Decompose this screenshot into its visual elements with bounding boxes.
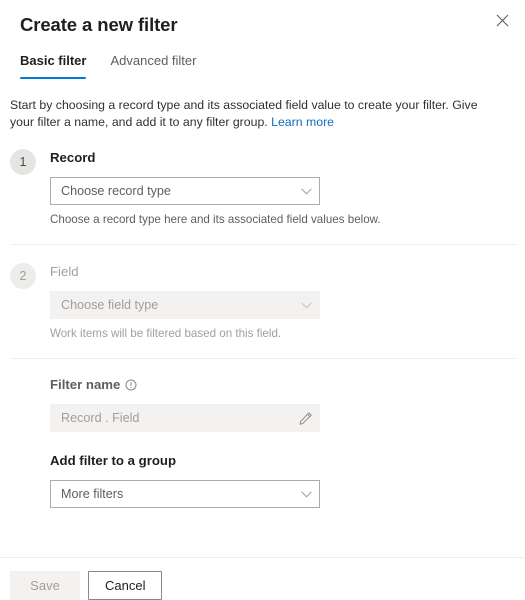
filter-group-label: Add filter to a group (50, 452, 505, 470)
filter-name-value: Record . Field (61, 411, 140, 425)
save-button[interactable]: Save (10, 571, 80, 600)
record-label: Record (50, 149, 505, 167)
step-record: 1 Record Choose record type Choose a rec… (0, 131, 525, 228)
panel-body: 1 Record Choose record type Choose a rec… (0, 131, 525, 557)
step-field: 2 Field Choose field type Work items wil… (0, 245, 525, 342)
info-icon[interactable] (125, 379, 137, 391)
filter-type-tabs: Basic filter Advanced filter (0, 53, 525, 79)
close-button[interactable] (487, 7, 517, 37)
filter-group-section: Add filter to a group More filters (0, 432, 525, 508)
step-field-content: Field Choose field type Work items will … (50, 263, 505, 342)
tab-basic-filter-label: Basic filter (20, 53, 87, 68)
record-type-dropdown-value: Choose record type (61, 184, 171, 198)
intro-text: Start by choosing a record type and its … (10, 98, 478, 129)
panel-header: Create a new filter (0, 0, 525, 37)
page-title: Create a new filter (20, 14, 178, 35)
chevron-down-icon (293, 187, 319, 195)
step-badge-2: 2 (10, 263, 36, 289)
filter-group-dropdown-value: More filters (61, 487, 124, 501)
record-hint: Choose a record type here and its associ… (50, 213, 381, 226)
field-label: Field (50, 263, 505, 281)
field-type-dropdown[interactable]: Choose field type (50, 291, 320, 319)
chevron-down-icon (293, 301, 319, 309)
save-button-label: Save (30, 578, 60, 593)
record-type-dropdown[interactable]: Choose record type (50, 177, 320, 205)
field-type-dropdown-value: Choose field type (61, 298, 159, 312)
panel-footer: Save Cancel (0, 558, 525, 600)
step-badge-1: 1 (10, 149, 36, 175)
intro-description: Start by choosing a record type and its … (0, 79, 514, 131)
field-label-text: Field (50, 264, 79, 279)
field-hint: Work items will be filtered based on thi… (50, 327, 282, 340)
tab-advanced-filter-label: Advanced filter (110, 53, 197, 68)
filter-name-section: Filter name Record . Field (0, 359, 525, 432)
filter-group-label-text: Add filter to a group (50, 453, 177, 468)
tab-basic-filter[interactable]: Basic filter (20, 53, 98, 79)
tab-advanced-filter[interactable]: Advanced filter (98, 53, 208, 79)
edit-pencil-icon[interactable] (291, 411, 319, 426)
record-label-text: Record (50, 150, 96, 165)
filter-name-input[interactable]: Record . Field (50, 404, 320, 432)
learn-more-link[interactable]: Learn more (271, 115, 334, 129)
step-record-content: Record Choose record type Choose a recor… (50, 149, 505, 228)
filter-group-dropdown[interactable]: More filters (50, 480, 320, 508)
close-icon (496, 14, 509, 30)
filter-name-label-text: Filter name (50, 377, 121, 392)
chevron-down-icon (293, 490, 319, 498)
cancel-button[interactable]: Cancel (88, 571, 163, 600)
cancel-button-label: Cancel (105, 578, 146, 593)
create-filter-panel: Create a new filter Basic filter Advance… (0, 0, 525, 600)
filter-name-label: Filter name (50, 376, 505, 394)
